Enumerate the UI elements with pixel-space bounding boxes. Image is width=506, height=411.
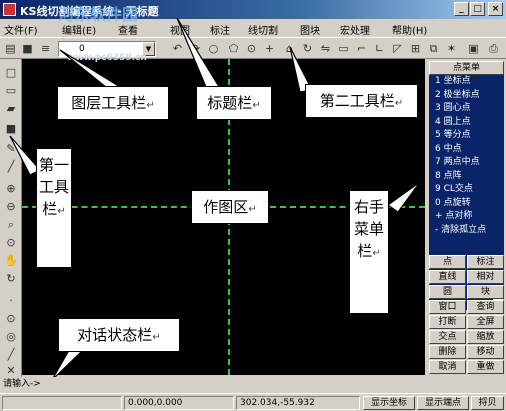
rm-btn-redo[interactable]: 重做 xyxy=(467,360,504,374)
extend-icon[interactable]: ∟ xyxy=(372,41,387,56)
callout-dialog-status: 对话状态栏↵ xyxy=(58,318,180,352)
list-item[interactable]: 9 CL交点 xyxy=(429,183,504,197)
maximize-button[interactable]: □ xyxy=(470,2,485,16)
mirror-icon[interactable]: ⇋ xyxy=(318,41,333,56)
callout-first-toolbar: 第一工具栏↵ xyxy=(36,148,72,268)
new-file-icon[interactable]: □ xyxy=(3,65,19,81)
point-icon[interactable]: · xyxy=(3,293,19,309)
rm-btn-intersect[interactable]: 交点 xyxy=(429,330,466,344)
command-line[interactable]: 请输入-> xyxy=(0,377,427,391)
pencil-icon[interactable]: ✎ xyxy=(3,141,19,157)
rotate-icon[interactable]: ↻ xyxy=(300,41,315,56)
status-coord-origin: 0.000,0.000 xyxy=(124,396,234,410)
open-folder-icon[interactable]: ▭ xyxy=(3,83,19,99)
arc-tool-icon[interactable]: ╱ xyxy=(3,347,19,363)
circle-icon[interactable]: ○ xyxy=(206,41,221,56)
rm-btn-move[interactable]: 移动 xyxy=(467,345,504,359)
rm-btn-delete[interactable]: 删除 xyxy=(429,345,466,359)
explode-icon[interactable]: ✶ xyxy=(444,41,459,56)
array-icon[interactable]: ⊞ xyxy=(408,41,423,56)
open-file-icon[interactable]: ▰ xyxy=(3,101,19,117)
menu-file[interactable]: 文件(F) xyxy=(4,22,38,37)
line-icon[interactable]: ╱ xyxy=(3,159,19,175)
zoom-out-icon[interactable]: ⊖ xyxy=(3,199,19,215)
status-cell-empty xyxy=(2,396,122,410)
circle-center-icon[interactable]: ⊙ xyxy=(3,311,19,327)
save-disk-icon[interactable]: ■ xyxy=(3,121,19,137)
list-item[interactable]: 3 圆心点 xyxy=(429,102,504,116)
chamfer-icon[interactable]: ◸ xyxy=(390,41,405,56)
linetype-icon[interactable]: ≡ xyxy=(38,41,53,56)
cross-icon[interactable]: + xyxy=(262,41,277,56)
status-bar: 0.000,0.000 302.034,-55.932 显示坐标 显示端点 捋贝 xyxy=(0,393,506,411)
callout-drawing-area: 作图区↵ xyxy=(191,190,269,224)
print-icon[interactable]: ⎙ xyxy=(486,41,501,56)
list-item[interactable]: + 点对称 xyxy=(429,210,504,224)
list-item[interactable]: 4 圆上点 xyxy=(429,116,504,130)
rm-btn-zoom[interactable]: 缩放 xyxy=(467,330,504,344)
polygon-icon[interactable]: ⬠ xyxy=(226,41,241,56)
snap-button[interactable]: 捋贝 xyxy=(471,396,504,410)
zoom-in-icon[interactable]: ⊕ xyxy=(3,181,19,197)
rm-btn-query[interactable]: 查询 xyxy=(467,300,504,314)
show-coord-button[interactable]: 显示坐标 xyxy=(363,396,415,410)
right-menu-header: 点菜单 xyxy=(429,61,504,75)
rm-btn-point[interactable]: 点 xyxy=(429,255,466,269)
app-icon[interactable] xyxy=(3,3,16,16)
pan-icon[interactable]: ✋ xyxy=(3,253,19,269)
rm-btn-break[interactable]: 打断 xyxy=(429,315,466,329)
list-item[interactable]: 7 两点中点 xyxy=(429,156,504,170)
rm-btn-cancel[interactable]: 取消 xyxy=(429,360,466,374)
watermark-url: www.pc0359.cn xyxy=(67,53,147,63)
list-item[interactable]: 6 中点 xyxy=(429,143,504,157)
rm-btn-line[interactable]: 直线 xyxy=(429,270,466,284)
scale-icon[interactable]: ▭ xyxy=(336,41,351,56)
list-item[interactable]: 2 极坐标点 xyxy=(429,89,504,103)
menu-block[interactable]: 图块 xyxy=(300,22,320,37)
offset-icon[interactable]: ⧉ xyxy=(426,41,441,56)
callout-right-menu: 右手菜单栏↵ xyxy=(349,190,389,314)
callout-title-bar: 标题栏↵ xyxy=(196,86,272,120)
callout-layer-toolbar: 图层工具栏↵ xyxy=(57,86,169,120)
zoom-window-icon[interactable]: ⌕ xyxy=(3,217,19,233)
zoom-all-icon[interactable]: ⊙ xyxy=(3,235,19,251)
watermark-logo: 河东软件园 xyxy=(58,5,139,24)
menu-view[interactable]: 视图 xyxy=(170,22,190,37)
rm-btn-window[interactable]: 窗口 xyxy=(429,300,466,314)
show-endpoint-button[interactable]: 显示端点 xyxy=(417,396,469,410)
menu-wire-cut[interactable]: 线切割 xyxy=(248,22,278,37)
minimize-button[interactable]: _ xyxy=(454,2,469,16)
rm-btn-relative[interactable]: 相对 xyxy=(467,270,504,284)
menu-help[interactable]: 帮助(H) xyxy=(392,22,427,37)
right-menu-panel: 点菜单 1 坐标点 2 极坐标点 3 圆心点 4 圆上点 5 等分点 6 中点 … xyxy=(427,59,506,375)
trim-icon[interactable]: ⌐ xyxy=(354,41,369,56)
close-button[interactable]: × xyxy=(488,2,503,16)
status-coord-cursor: 302.034,-55.932 xyxy=(236,396,360,410)
list-item[interactable]: 5 等分点 xyxy=(429,129,504,143)
rm-btn-circle[interactable]: 圆 xyxy=(429,285,466,299)
save-icon[interactable]: ▣ xyxy=(466,41,481,56)
first-toolbar: □ ▭ ▰ ■ ✎ ╱ ⊕ ⊖ ⌕ ⊙ ✋ ↻ · ⊙ ◎ ╱ ✕ xyxy=(0,59,22,377)
move-icon[interactable]: ⌂ xyxy=(282,41,297,56)
list-item[interactable]: - 清除孤立点 xyxy=(429,224,504,238)
circle-tool-icon[interactable]: ◎ xyxy=(3,329,19,345)
undo-icon[interactable]: ↶ xyxy=(170,41,185,56)
menu-annotate[interactable]: 标注 xyxy=(210,22,230,37)
refresh-icon[interactable]: ↻ xyxy=(3,271,19,287)
rm-btn-annotate[interactable]: 标注 xyxy=(467,255,504,269)
rm-btn-block[interactable]: 块 xyxy=(467,285,504,299)
menu-macro[interactable]: 宏处理 xyxy=(340,22,370,37)
command-prompt: 请输入-> xyxy=(3,379,41,389)
callout-second-toolbar: 第二工具栏↵ xyxy=(305,84,418,118)
list-item[interactable]: 0 点旋转 xyxy=(429,197,504,211)
rm-btn-fullscreen[interactable]: 全屏 xyxy=(467,315,504,329)
list-item[interactable]: 8 点阵 xyxy=(429,170,504,184)
layer-icon[interactable]: ▤ xyxy=(3,41,18,56)
redo-icon[interactable]: ↷ xyxy=(188,41,203,56)
list-item[interactable]: 1 坐标点 xyxy=(429,75,504,89)
color-icon[interactable]: ■ xyxy=(20,41,35,56)
ellipse-icon[interactable]: ⊙ xyxy=(244,41,259,56)
